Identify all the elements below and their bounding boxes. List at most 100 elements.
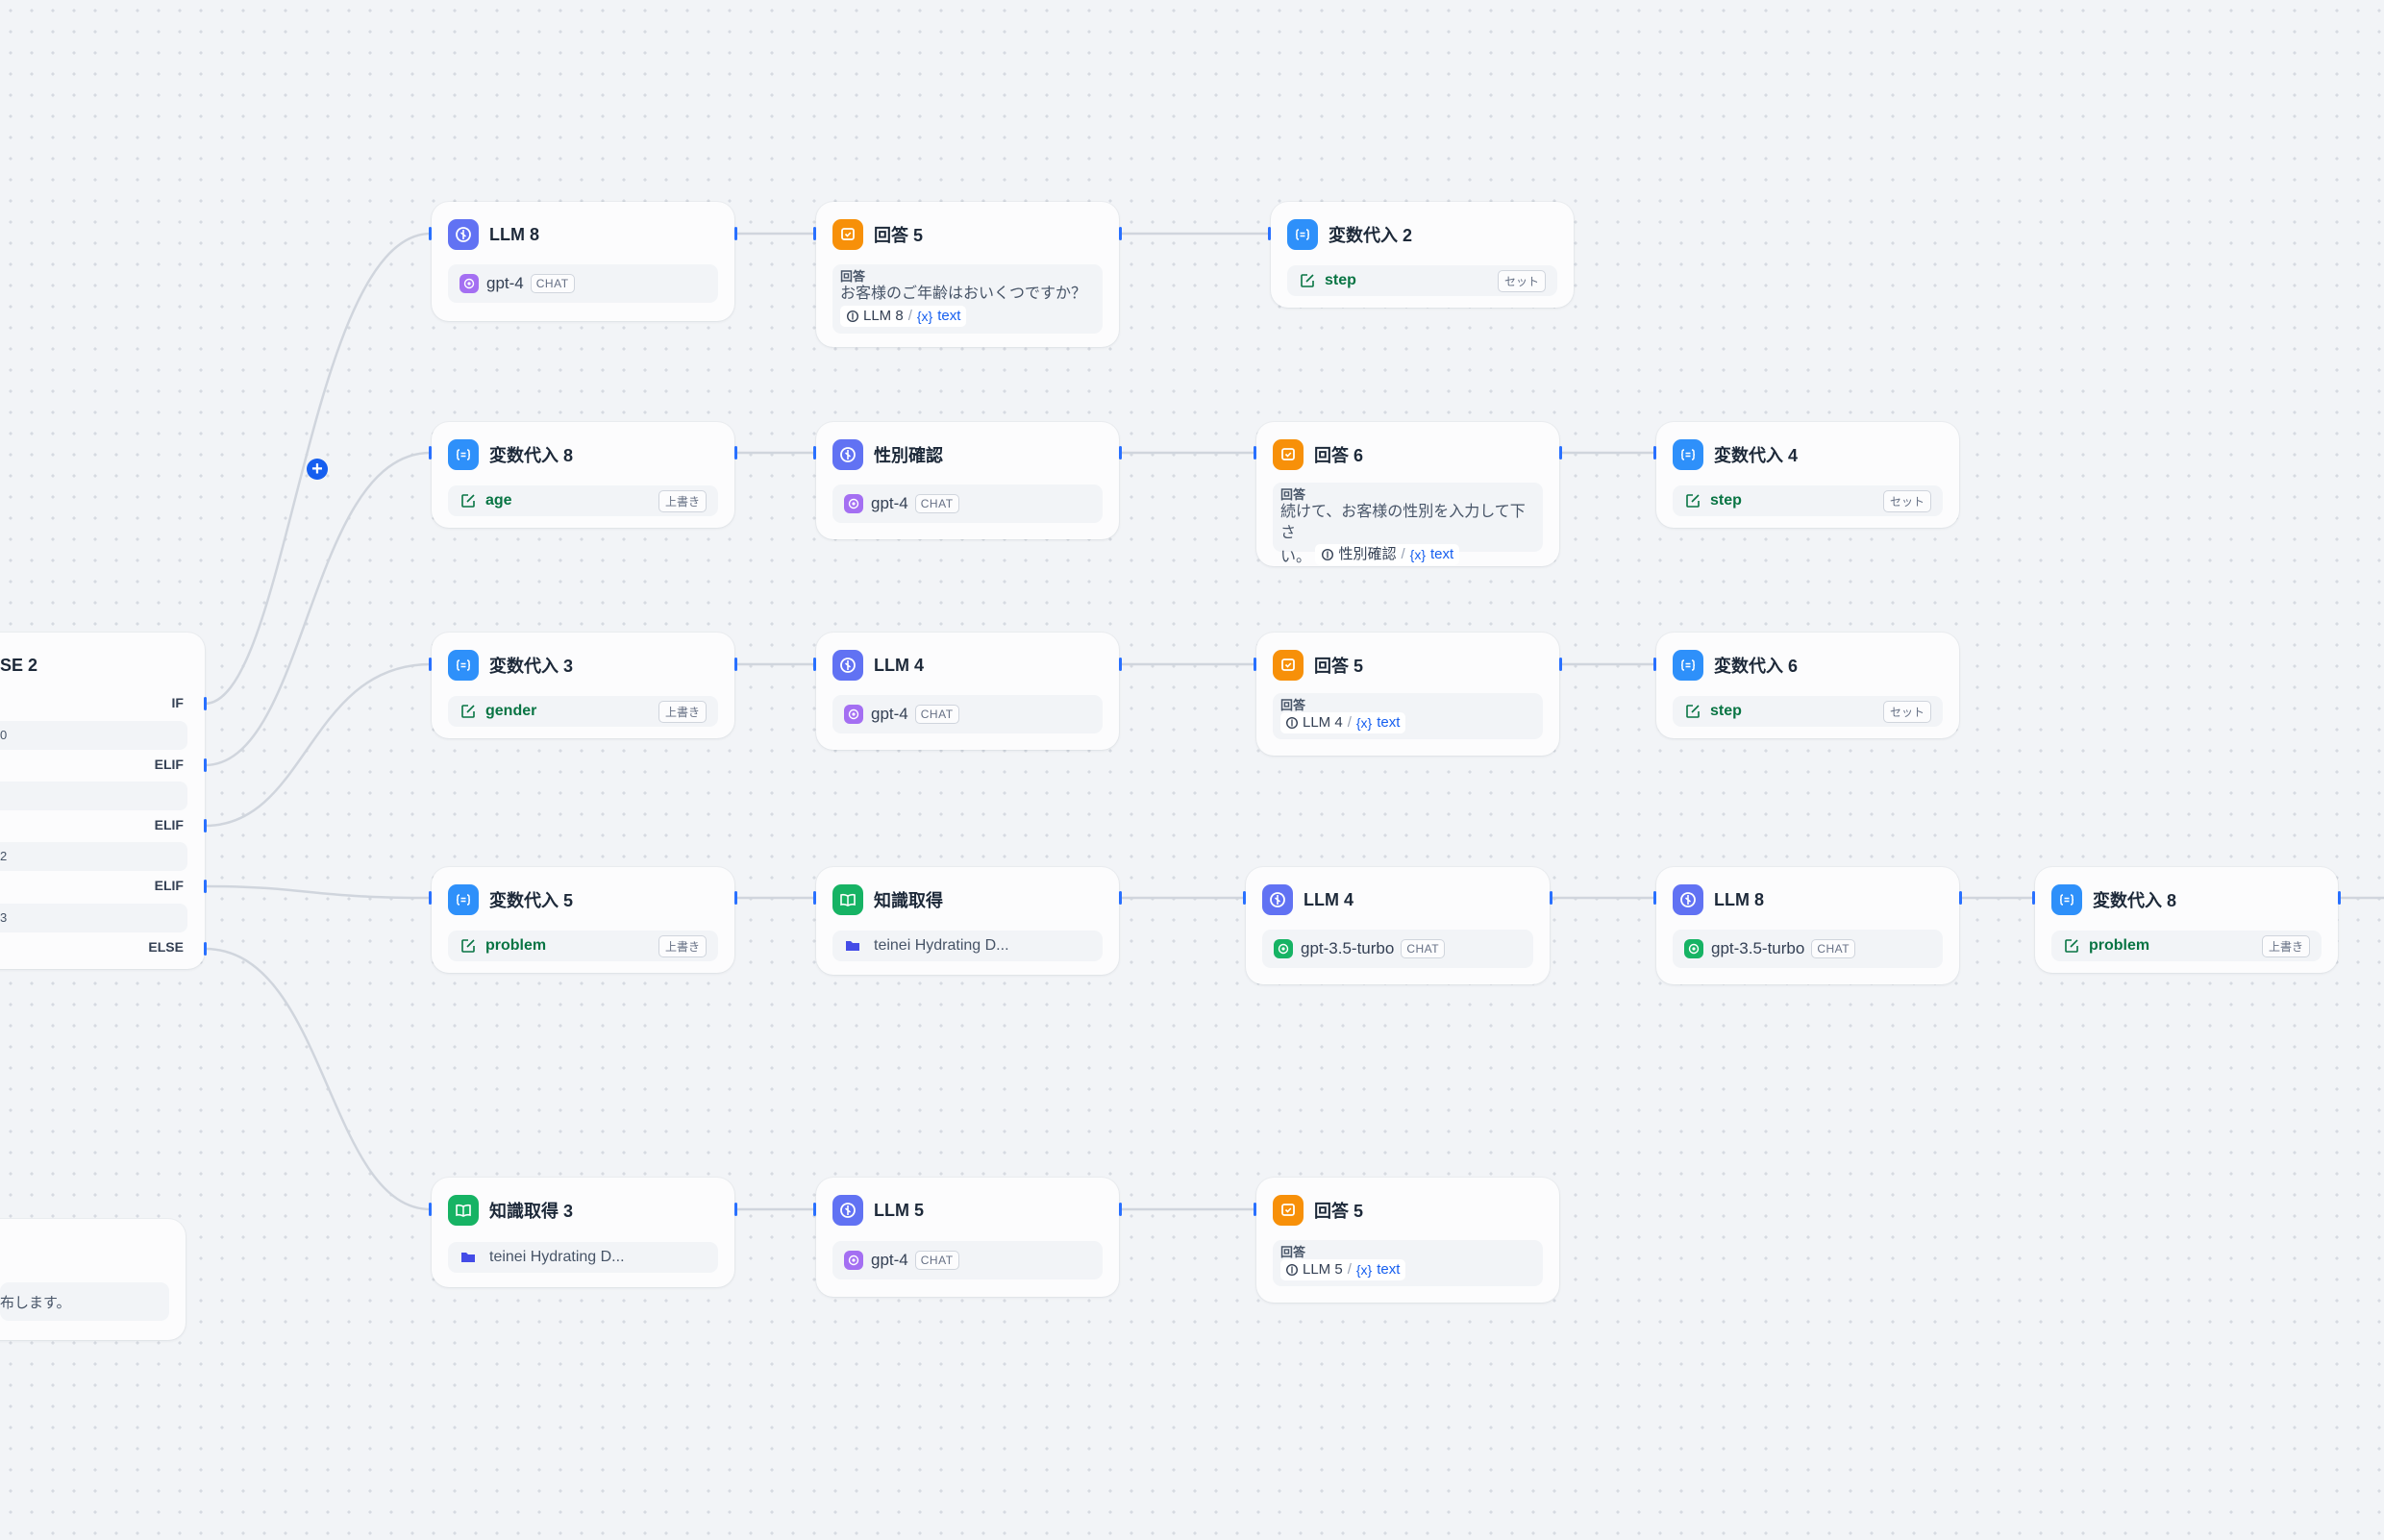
variable-assigner-node[interactable]: 変数代入 2 step セット xyxy=(1271,202,1574,308)
input-handle[interactable] xyxy=(1254,1203,1256,1216)
output-handle[interactable] xyxy=(734,446,737,460)
input-handle[interactable] xyxy=(429,658,432,671)
assign-row: step セット xyxy=(1287,265,1557,296)
edge-elif3-var5 xyxy=(204,884,432,900)
output-handle[interactable] xyxy=(1559,446,1562,460)
edit-variable-icon xyxy=(1686,494,1700,508)
partial-node[interactable]: 布します。 xyxy=(0,1219,186,1340)
branch-if-label: IF xyxy=(171,695,184,710)
llm-node[interactable]: 性別確認 gpt-4 CHAT xyxy=(816,422,1119,539)
model-mode-badge: CHAT xyxy=(914,1251,959,1270)
condition-row: 0 xyxy=(0,721,187,750)
output-handle[interactable] xyxy=(734,658,737,671)
llm-node[interactable]: LLM 8 gpt-3.5-turbo CHAT xyxy=(1656,867,1959,984)
model-row: gpt-4 CHAT xyxy=(448,264,718,303)
node-title: 性別確認 xyxy=(874,446,943,465)
variable-assigner-node[interactable]: 変数代入 6 step セット xyxy=(1656,633,1959,738)
answer-label: 回答 xyxy=(840,269,866,284)
variable-icon: {x} xyxy=(1409,547,1427,562)
output-handle[interactable] xyxy=(734,891,737,905)
input-handle[interactable] xyxy=(1653,446,1656,460)
llm-node[interactable]: LLM 8 gpt-4 CHAT xyxy=(432,202,734,321)
answer-label: 回答 xyxy=(1280,1245,1306,1259)
add-node-button[interactable]: + xyxy=(307,459,328,480)
branch-else-handle[interactable] xyxy=(204,942,207,956)
branch-elif-2-label: ELIF xyxy=(154,817,184,832)
output-handle[interactable] xyxy=(734,1203,737,1216)
llm-node[interactable]: LLM 4 gpt-3.5-turbo CHAT xyxy=(1246,867,1550,984)
variable-assigner-node[interactable]: 変数代入 5 problem 上書き xyxy=(432,867,734,973)
answer-node[interactable]: 回答 5 回答 LLM 5/{x} text xyxy=(1256,1178,1559,1303)
branch-elif-1-label: ELIF xyxy=(154,757,184,772)
answer-content: 回答 LLM 5/{x} text xyxy=(1273,1240,1543,1286)
node-title: LLM 4 xyxy=(1304,889,1353,909)
input-handle[interactable] xyxy=(813,658,816,671)
node-title: 回答 5 xyxy=(1314,657,1364,676)
output-handle[interactable] xyxy=(1119,891,1122,905)
reference-source: 性別確認 xyxy=(1338,546,1397,562)
dataset-name: teinei Hydrating D... xyxy=(489,1249,625,1265)
output-handle[interactable] xyxy=(1119,1203,1122,1216)
input-handle[interactable] xyxy=(813,891,816,905)
node-title: 変数代入 8 xyxy=(2093,891,2177,910)
branch-if-handle[interactable] xyxy=(204,697,207,710)
output-handle[interactable] xyxy=(1550,891,1552,905)
node-title: 回答 5 xyxy=(874,226,924,245)
output-handle[interactable] xyxy=(1119,658,1122,671)
input-handle[interactable] xyxy=(1653,891,1656,905)
knowledge-retrieval-node[interactable]: 知識取得 teinei Hydrating D... xyxy=(816,867,1119,975)
answer-icon xyxy=(1273,1195,1304,1226)
variable-assigner-node[interactable]: 変数代入 4 step セット xyxy=(1656,422,1959,528)
input-handle[interactable] xyxy=(1653,658,1656,671)
branch-elif-3-handle[interactable] xyxy=(204,880,207,893)
output-handle[interactable] xyxy=(1119,446,1122,460)
output-handle[interactable] xyxy=(1959,891,1962,905)
input-handle[interactable] xyxy=(813,446,816,460)
if-else-node[interactable]: SE 2 IF 0 ELIF ELIF 2 ELIF 3 ELSE xyxy=(0,633,205,969)
folder-icon xyxy=(461,1253,475,1262)
operation-badge: セット xyxy=(1882,700,1931,723)
variable-reference: 性別確認 / {x} text xyxy=(1315,544,1460,565)
input-handle[interactable] xyxy=(1254,446,1256,460)
edit-variable-icon xyxy=(1686,705,1700,718)
output-handle[interactable] xyxy=(734,227,737,240)
input-handle[interactable] xyxy=(429,227,432,240)
input-handle[interactable] xyxy=(813,227,816,240)
reference-source: LLM 5 xyxy=(1303,1261,1343,1278)
variable-assign-icon xyxy=(2051,884,2082,915)
openai-icon xyxy=(1684,939,1703,958)
input-handle[interactable] xyxy=(2032,891,2035,905)
node-title: 知識取得 3 xyxy=(489,1202,574,1221)
branch-elif-2-handle[interactable] xyxy=(204,819,207,832)
output-handle[interactable] xyxy=(1119,227,1122,240)
model-mode-badge: CHAT xyxy=(1811,939,1856,958)
answer-node[interactable]: 回答 5 回答 お客様のご年齢はおいくつですか？ LLM 8/{x} text xyxy=(816,202,1119,347)
answer-content: 回答 続けて、お客様の性別を入力して下さ い。 性別確認 / {x} text xyxy=(1273,483,1543,565)
answer-node[interactable]: 回答 5 回答 LLM 4/{x} text xyxy=(1256,633,1559,756)
input-handle[interactable] xyxy=(1243,891,1246,905)
input-handle[interactable] xyxy=(429,446,432,460)
knowledge-retrieval-node[interactable]: 知識取得 3 teinei Hydrating D... xyxy=(432,1178,734,1287)
variable-assigner-node[interactable]: 変数代入 3 gender 上書き xyxy=(432,633,734,738)
output-handle[interactable] xyxy=(2338,891,2341,905)
llm-node[interactable]: LLM 4 gpt-4 CHAT xyxy=(816,633,1119,750)
variable-assigner-node[interactable]: 変数代入 8 age 上書き xyxy=(432,422,734,528)
model-row: gpt-4 CHAT xyxy=(832,1241,1103,1279)
input-handle[interactable] xyxy=(813,1203,816,1216)
answer-node[interactable]: 回答 6 回答 続けて、お客様の性別を入力して下さ い。 性別確認 / {x} tex… xyxy=(1256,422,1559,566)
assign-row: age 上書き xyxy=(448,485,718,516)
input-handle[interactable] xyxy=(429,1203,432,1216)
node-title: LLM 4 xyxy=(874,655,924,675)
input-handle[interactable] xyxy=(429,891,432,905)
openai-icon xyxy=(1274,939,1293,958)
variable-assigner-node[interactable]: 変数代入 8 problem 上書き xyxy=(2035,867,2338,973)
edit-variable-icon xyxy=(461,705,475,718)
knowledge-icon xyxy=(832,884,863,915)
model-name: gpt-4 xyxy=(871,1251,908,1269)
llm-node[interactable]: LLM 5 gpt-4 CHAT xyxy=(816,1178,1119,1297)
variable-icon: {x} xyxy=(1355,715,1373,731)
output-handle[interactable] xyxy=(1559,658,1562,671)
input-handle[interactable] xyxy=(1268,227,1271,240)
input-handle[interactable] xyxy=(1254,658,1256,671)
branch-elif-1-handle[interactable] xyxy=(204,758,207,772)
